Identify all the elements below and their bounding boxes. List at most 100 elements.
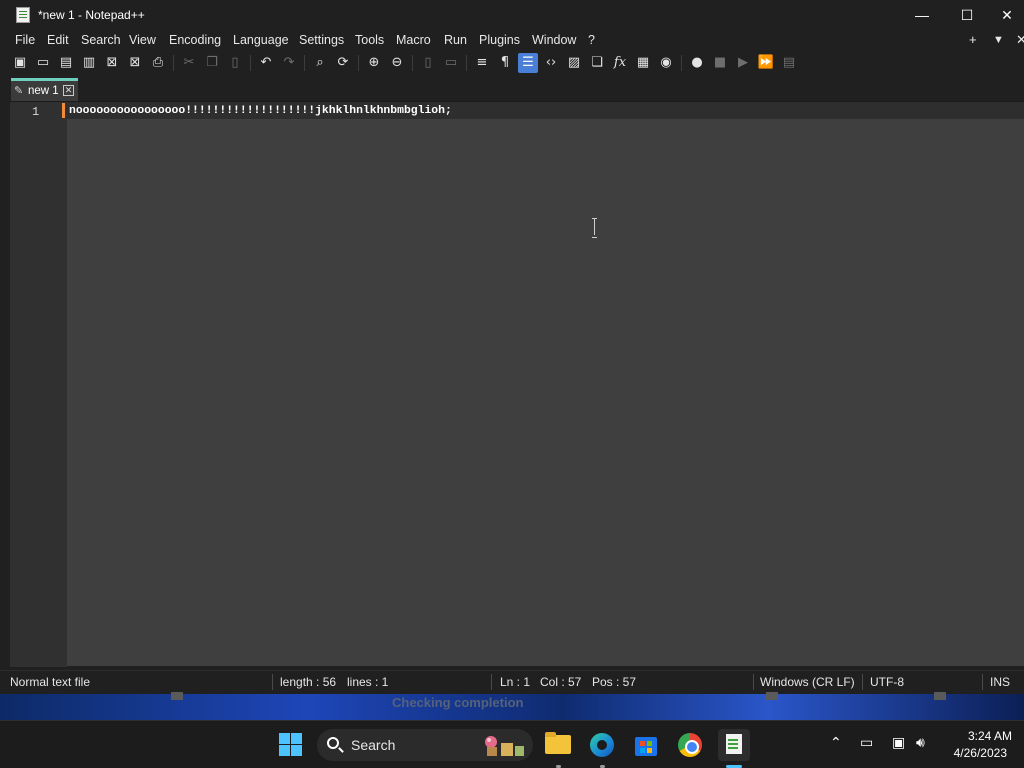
menu-tools[interactable]: Tools — [355, 33, 384, 47]
notepadpp-app-icon[interactable] — [16, 7, 30, 23]
record-macro-icon[interactable]: ● — [687, 53, 707, 73]
network-icon[interactable]: ▣ — [892, 735, 905, 751]
tab-list-button[interactable]: ▼ — [993, 34, 1004, 46]
clock-date[interactable]: 4/26/2023 — [945, 746, 1007, 760]
menu-bar: File Edit Search View Encoding Language … — [0, 31, 1024, 51]
menu-macro[interactable]: Macro — [396, 33, 431, 47]
find-icon[interactable]: ⌕ — [310, 53, 330, 73]
status-separator — [272, 674, 273, 690]
status-separator — [491, 674, 492, 690]
line-number-gutter: 1 — [10, 102, 67, 667]
function-list-icon[interactable]: fx — [610, 53, 630, 73]
copy-icon[interactable]: ❐ — [202, 53, 222, 73]
minimize-button[interactable]: — — [899, 0, 945, 31]
notepadpp-taskbar-icon[interactable] — [718, 729, 750, 761]
chrome-browser-icon[interactable] — [674, 729, 706, 761]
open-icon[interactable]: ▭ — [33, 53, 53, 73]
toolbar-separator — [358, 55, 359, 71]
microsoft-store-icon[interactable] — [630, 729, 662, 761]
maximize-button[interactable]: ☐ — [944, 0, 990, 31]
sync-vertical-icon[interactable]: ▯ — [418, 53, 438, 73]
folder-workspace-icon[interactable]: ▦ — [633, 53, 653, 73]
print-icon[interactable]: ⎙ — [148, 53, 168, 73]
chevron-up-icon[interactable]: ⌃ — [830, 735, 842, 751]
status-bar: Normal text file length : 56 lines : 1 L… — [0, 670, 1024, 692]
status-length: length : 56 — [280, 675, 337, 689]
status-encoding[interactable]: UTF-8 — [870, 675, 904, 689]
status-position: Pos : 57 — [592, 675, 637, 689]
toolbar-separator — [250, 55, 251, 71]
window-title: *new 1 - Notepad++ — [38, 8, 145, 22]
zoom-in-icon[interactable]: ⊕ — [364, 53, 384, 73]
taskbar: Search ⌃ ▭ ▣ 🔊︎ 3:24 AM 4/26/2023 — [0, 720, 1024, 768]
editor-text-line[interactable]: noooooooooooooooo!!!!!!!!!!!!!!!!!!!jkhk… — [69, 105, 452, 117]
show-all-chars-icon[interactable]: ¶ — [495, 53, 515, 73]
status-file-type: Normal text file — [10, 675, 91, 689]
toolbar: ▣ ▭ ▤ ▥ ⊠ ⊠ ⎙ ✂ ❐ ▯ ↶ ↷ ⌕ ⟳ ⊕ ⊖ ▯ ▭ ≡ ¶ … — [0, 51, 1024, 75]
background-scrollbar-thumb — [766, 692, 778, 700]
windows-start-icon[interactable] — [279, 733, 302, 756]
save-macro-icon[interactable]: ▤ — [779, 53, 799, 73]
close-window-button[interactable]: ✕ — [990, 0, 1024, 31]
undo-icon[interactable]: ↶ — [256, 53, 276, 73]
taskbar-search-box[interactable]: Search — [317, 729, 533, 761]
replace-icon[interactable]: ⟳ — [333, 53, 353, 73]
volume-icon[interactable]: 🔊︎ — [916, 735, 925, 751]
tab-close-icon[interactable]: ✕ — [63, 85, 74, 96]
menu-search[interactable]: Search — [81, 33, 121, 47]
status-separator — [753, 674, 754, 690]
word-wrap-icon[interactable]: ≡ — [472, 53, 492, 73]
close-icon[interactable]: ⊠ — [102, 53, 122, 73]
input-indicator-icon[interactable]: ▭ — [860, 735, 873, 751]
status-eol[interactable]: Windows (CR LF) — [760, 675, 855, 689]
play-macro-icon[interactable]: ▶ — [733, 53, 753, 73]
search-highlight-icon — [485, 736, 524, 756]
paste-icon[interactable]: ▯ — [225, 53, 245, 73]
menu-plugins[interactable]: Plugins — [479, 33, 520, 47]
add-tab-button[interactable]: + — [969, 32, 977, 47]
toolbar-separator — [466, 55, 467, 71]
stop-record-icon[interactable]: ■ — [710, 53, 730, 73]
save-icon[interactable]: ▤ — [56, 53, 76, 73]
menu-encoding[interactable]: Encoding — [169, 33, 221, 47]
status-line: Ln : 1 — [500, 675, 531, 689]
sync-horizontal-icon[interactable]: ▭ — [441, 53, 461, 73]
editor-area[interactable]: 1 noooooooooooooooo!!!!!!!!!!!!!!!!!!!jk… — [10, 101, 1024, 667]
menu-help[interactable]: ? — [588, 33, 595, 47]
redo-icon[interactable]: ↷ — [279, 53, 299, 73]
file-explorer-icon[interactable] — [542, 729, 574, 761]
notepadpp-window: *new 1 - Notepad++ — ☐ ✕ File Edit Searc… — [0, 0, 1024, 694]
tab-bar: ✎ new 1 ✕ — [0, 78, 1024, 101]
title-bar[interactable]: *new 1 - Notepad++ — ☐ ✕ — [0, 0, 1024, 31]
desktop-background: Checking completion — [0, 692, 1024, 720]
menu-file[interactable]: File — [15, 33, 35, 47]
status-insert-mode[interactable]: INS — [990, 675, 1010, 689]
save-all-icon[interactable]: ▥ — [79, 53, 99, 73]
menu-window[interactable]: Window — [532, 33, 576, 47]
background-window-text: Checking completion — [392, 695, 524, 710]
close-document-button[interactable]: ✕ — [1016, 32, 1024, 48]
run-macro-multiple-icon[interactable]: ⏩ — [756, 53, 776, 73]
zoom-out-icon[interactable]: ⊖ — [387, 53, 407, 73]
menu-language[interactable]: Language — [233, 33, 289, 47]
clock-time[interactable]: 3:24 AM — [950, 729, 1012, 743]
close-all-icon[interactable]: ⊠ — [125, 53, 145, 73]
tab-label: new 1 — [28, 85, 59, 97]
status-column: Col : 57 — [540, 675, 582, 689]
menu-view[interactable]: View — [129, 33, 156, 47]
menu-edit[interactable]: Edit — [47, 33, 69, 47]
monitoring-icon[interactable]: ◉ — [656, 53, 676, 73]
xml-tag-icon[interactable]: ‹› — [541, 53, 561, 73]
line-number: 1 — [32, 105, 40, 119]
document-list-icon[interactable]: ❏ — [587, 53, 607, 73]
toolbar-separator — [681, 55, 682, 71]
cut-icon[interactable]: ✂ — [179, 53, 199, 73]
menu-run[interactable]: Run — [444, 33, 467, 47]
indent-guide-icon[interactable]: ☰ — [518, 53, 538, 73]
edge-browser-icon[interactable] — [586, 729, 618, 761]
tab-new-1[interactable]: ✎ new 1 ✕ — [11, 78, 78, 101]
document-map-icon[interactable]: ▨ — [564, 53, 584, 73]
toolbar-separator — [173, 55, 174, 71]
new-file-icon[interactable]: ▣ — [10, 53, 30, 73]
menu-settings[interactable]: Settings — [299, 33, 344, 47]
